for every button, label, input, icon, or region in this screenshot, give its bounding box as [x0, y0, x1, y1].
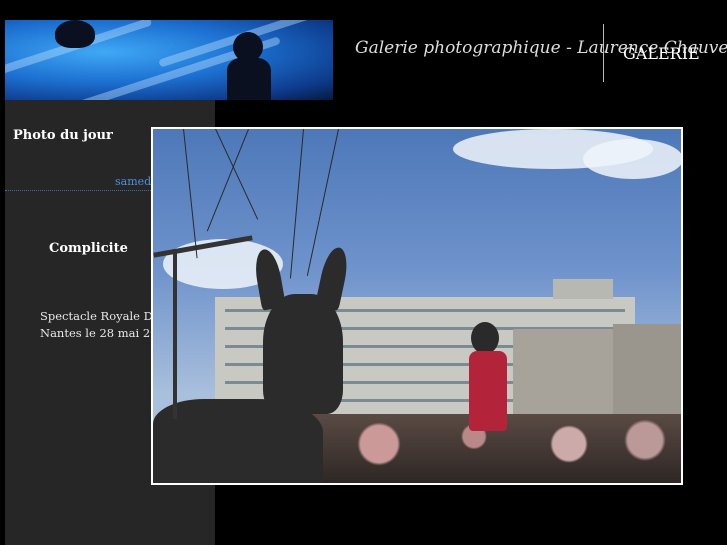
photo-puppet-dress — [469, 351, 507, 431]
nav-galerie-link[interactable]: GALERIE — [623, 44, 700, 63]
header-banner-image — [5, 20, 333, 100]
description-line-1: Spectacle Royale Delu — [40, 309, 160, 323]
photo-description: Spectacle Royale Delu Nantes le 28 mai 2… — [40, 308, 160, 342]
date-link[interactable]: samedi — [115, 175, 155, 188]
photo-dog-head — [263, 294, 343, 414]
photo-du-jour-heading: Photo du jour — [13, 128, 113, 143]
photo-cloud-2 — [583, 139, 681, 179]
photo-building-top — [553, 279, 613, 299]
photo-crane-pole — [173, 249, 177, 419]
photo-title: Complicite — [49, 241, 128, 256]
photo-of-the-day[interactable] — [151, 127, 683, 485]
photo-puppet-head — [471, 322, 499, 354]
dotted-separator — [5, 190, 155, 191]
description-line-2: Nantes le 28 mai 2011 — [40, 326, 160, 340]
header-divider — [603, 24, 604, 82]
